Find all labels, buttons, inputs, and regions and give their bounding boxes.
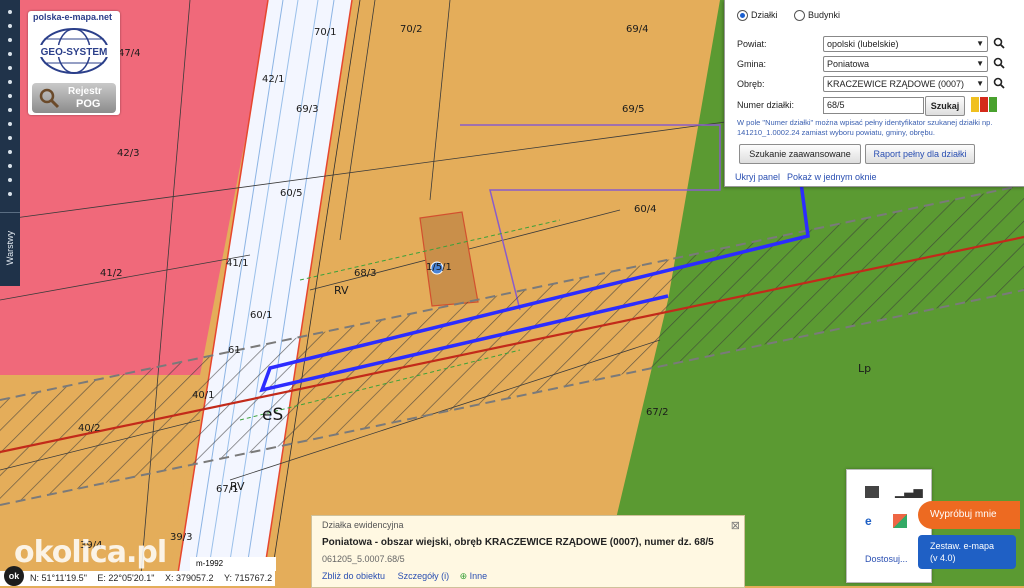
other-link[interactable]: Inne <box>470 571 488 581</box>
parcel-label: 40/1 <box>192 390 214 401</box>
longitude: E: 22°05'20.1" <box>97 573 155 583</box>
ok-button[interactable]: ok <box>4 566 24 586</box>
parcel-label: 70/1 <box>314 27 336 38</box>
tool-dot[interactable] <box>8 150 12 154</box>
tool-dot[interactable] <box>8 192 12 196</box>
parcel-label: 42/1 <box>262 74 284 85</box>
latitude: N: 51°11'19.5" <box>30 573 87 583</box>
emapa-line1: Zestaw. e-mapa <box>930 541 995 551</box>
parcel-label: 69/4 <box>626 24 648 35</box>
parcel-label: 1/5/1 <box>426 262 452 273</box>
pog-register-button[interactable]: Rejestr POG <box>32 83 116 113</box>
tool-dot[interactable] <box>8 108 12 112</box>
scale-box: m-1992 <box>190 557 276 571</box>
pog-line2: POG <box>76 98 101 110</box>
close-icon[interactable]: ⊠ <box>731 519 740 532</box>
tool-dot[interactable] <box>8 24 12 28</box>
parcel-number-input[interactable]: 68/5 <box>823 97 924 114</box>
obreb-select[interactable]: KRACZEWICE RZĄDOWE (0007) ▼ <box>823 76 988 92</box>
search-icon[interactable] <box>993 57 1005 69</box>
zone-label: RV <box>230 480 245 493</box>
radio-parcels[interactable]: Działki <box>737 10 778 22</box>
gmina-select[interactable]: Poniatowa ▼ <box>823 56 988 72</box>
zoom-to-object-link[interactable]: Zbliż do obiektu <box>322 571 385 581</box>
globe-logo-icon: GEO-SYSTEM <box>36 28 112 74</box>
tool-dot[interactable] <box>8 66 12 70</box>
emapa-line2: (v 4.0) <box>930 553 956 563</box>
svg-text:GEO-SYSTEM: GEO-SYSTEM <box>41 47 108 58</box>
layers-tab-label: Warstwy <box>5 230 15 266</box>
tool-dot[interactable] <box>8 80 12 84</box>
status-green-icon <box>989 97 997 112</box>
parcel-label: 69/5 <box>622 104 644 115</box>
watermark: okolica.pl <box>14 535 167 570</box>
browser-icon[interactable]: e <box>865 514 872 528</box>
tool-dot[interactable] <box>8 178 12 182</box>
parcel-label: 60/1 <box>250 310 272 321</box>
x-coordinate: X: 379057.2 <box>164 573 214 583</box>
tool-dot[interactable] <box>8 122 12 126</box>
magnifier-icon <box>39 88 60 109</box>
tool-dot[interactable] <box>8 136 12 140</box>
single-window-link[interactable]: Pokaż w jednym oknie <box>787 172 877 182</box>
search-button[interactable]: Szukaj <box>925 96 965 116</box>
tool-dot[interactable] <box>8 38 12 42</box>
status-yellow-icon <box>971 97 979 112</box>
parcel-label: 40/2 <box>78 423 100 434</box>
tool-dot[interactable] <box>8 10 12 14</box>
search-icon[interactable] <box>993 77 1005 89</box>
tool-dot[interactable] <box>8 164 12 168</box>
parcel-label: 60/4 <box>634 204 656 215</box>
tool-dot[interactable] <box>8 52 12 56</box>
windows-icon[interactable] <box>893 514 907 528</box>
try-me-button[interactable]: Wypróbuj mnie <box>918 501 1020 529</box>
search-panel: Działki Budynki Powiat: opolski (lubelsk… <box>724 0 1024 187</box>
site-logo[interactable]: polska-e-mapa.net GEO-SYSTEM Rejestr POG <box>28 11 120 115</box>
parcel-label: 42/3 <box>117 148 139 159</box>
road-symbol: eS <box>262 405 283 425</box>
signal-icon[interactable]: ▁▃▅ <box>895 484 923 498</box>
gmina-label: Gmina: <box>737 59 767 69</box>
emapa-button[interactable]: Zestaw. e-mapa (v 4.0) <box>918 535 1016 569</box>
full-report-button[interactable]: Raport pełny dla działki <box>865 144 975 164</box>
parcel-label: 70/2 <box>400 24 422 35</box>
add-icon[interactable]: ⊕ <box>460 571 468 581</box>
parcel-label: 61 <box>228 345 241 356</box>
parcel-label: 39/3 <box>170 532 192 543</box>
parcel-id: 061205_5.0007.68/5 <box>322 554 405 564</box>
parcel-label: 60/5 <box>280 188 302 199</box>
parcel-label: 68/3 <box>354 268 376 279</box>
coordinate-bar: N: 51°11'19.5" E: 22°05'20.1" X: 379057.… <box>0 571 275 586</box>
customize-link[interactable]: Dostosuj... <box>865 554 908 564</box>
parcel-label: 69/3 <box>296 104 318 115</box>
search-hint: W pole "Numer działki" można wpisać pełn… <box>737 118 993 137</box>
advanced-search-button[interactable]: Szukanie zaawansowane <box>739 144 861 164</box>
obreb-label: Obręb: <box>737 79 765 89</box>
parcel-info-card: Działka ewidencyjna ⊠ Poniatowa - obszar… <box>311 515 745 588</box>
hide-panel-link[interactable]: Ukryj panel <box>735 172 780 182</box>
zone-label: Lp <box>858 362 871 375</box>
layers-tab[interactable]: Warstwy <box>0 212 20 285</box>
parcel-label: 41/2 <box>100 268 122 279</box>
details-link[interactable]: Szczegóły (i) <box>398 571 450 581</box>
site-name: polska-e-mapa.net <box>33 12 113 22</box>
info-title: Działka ewidencyjna <box>322 520 404 530</box>
status-red-icon <box>980 97 988 112</box>
search-icon[interactable] <box>993 37 1005 49</box>
parcel-number-label: Numer działki: <box>737 100 795 110</box>
zone-label: RV <box>334 284 349 297</box>
y-coordinate: Y: 715767.2 <box>224 573 273 583</box>
powiat-label: Powiat: <box>737 39 767 49</box>
tool-dot[interactable] <box>8 94 12 98</box>
parcel-name: Poniatowa - obszar wiejski, obręb KRACZE… <box>322 537 714 548</box>
powiat-select[interactable]: opolski (lubelskie) ▼ <box>823 36 988 52</box>
pog-line1: Rejestr <box>68 86 102 97</box>
parcel-label: 67/2 <box>646 407 668 418</box>
parcel-label: 47/4 <box>118 48 140 59</box>
radio-buildings[interactable]: Budynki <box>794 10 840 22</box>
search-mode-group: Działki Budynki <box>737 10 840 26</box>
parcel-label: 41/1 <box>226 258 248 269</box>
layer-map-icon[interactable] <box>865 486 879 498</box>
